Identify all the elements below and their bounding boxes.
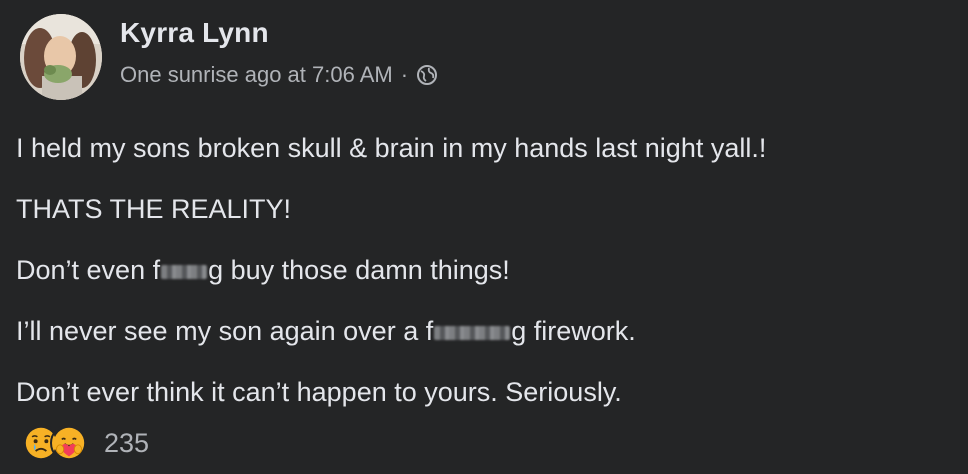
post-line-5-text: Don’t ever think it can’t happen to your… [16, 377, 622, 407]
post-body: I held my sons broken skull & brain in m… [16, 118, 766, 423]
avatar-photo [20, 14, 102, 100]
facebook-post: Kyrra Lynn One sunrise ago at 7:06 AM · … [0, 0, 968, 474]
post-line-3-text-start: Don’t even f [16, 255, 161, 285]
post-line-3-text-end: g buy those damn things! [208, 255, 510, 285]
author-avatar[interactable] [20, 14, 102, 100]
reaction-summary[interactable]: 235 [22, 424, 149, 462]
post-line-2: THATS THE REALITY! [16, 179, 766, 240]
author-name[interactable]: Kyrra Lynn [120, 17, 269, 49]
post-line-4-text-end: g firework. [511, 316, 636, 346]
censor-blur [161, 264, 208, 279]
post-line-1: I held my sons broken skull & brain in m… [16, 118, 766, 179]
post-line-5: Don’t ever think it can’t happen to your… [16, 362, 766, 423]
post-line-3: Don’t even f g buy those damn things! [16, 240, 766, 301]
care-reaction-icon [50, 424, 88, 462]
post-timestamp[interactable]: One sunrise ago at 7:06 AM [120, 62, 393, 88]
post-line-2-text: THATS THE REALITY! [16, 194, 292, 224]
meta-separator: · [400, 62, 409, 87]
post-line-1-text: I held my sons broken skull & brain in m… [16, 133, 767, 163]
post-line-4: I’ll never see my son again over a f g fi… [16, 301, 766, 362]
reaction-count[interactable]: 235 [104, 428, 149, 459]
censor-blur [434, 325, 511, 340]
post-meta: One sunrise ago at 7:06 AM · [120, 62, 438, 88]
post-line-4-text-start: I’ll never see my son again over a f [16, 316, 434, 346]
globe-icon[interactable] [416, 64, 438, 86]
